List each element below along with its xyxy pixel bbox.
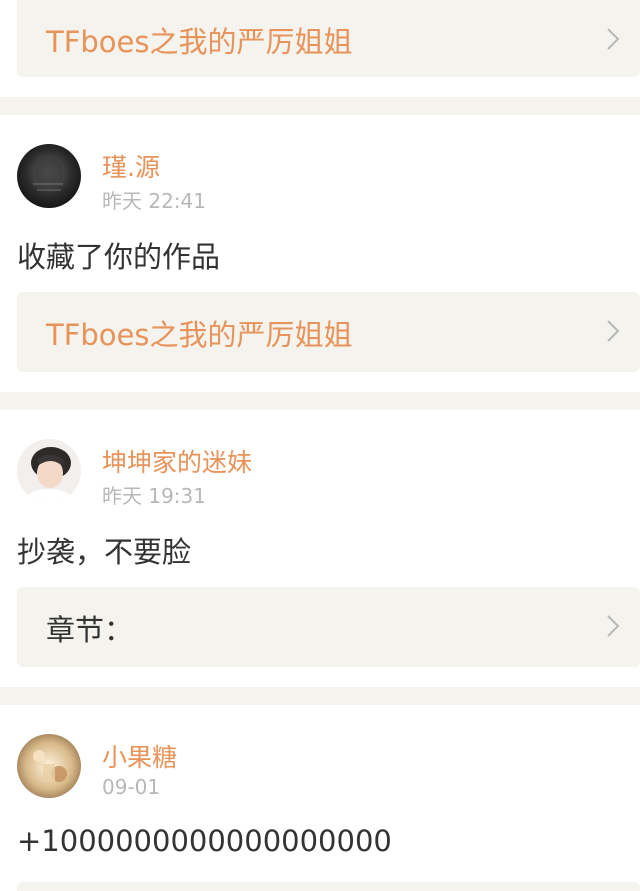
notification-message: 抄袭，不要脸 <box>17 535 192 569</box>
chapter-link[interactable]: 章节： <box>17 587 640 667</box>
notification-message: 收藏了你的作品 <box>17 240 221 274</box>
notification-card: 瑾.源 昨天 22:41 收藏了你的作品 TFboes之我的严厉姐姐 <box>0 115 640 392</box>
avatar[interactable] <box>17 144 81 208</box>
work-link[interactable]: TFboes之我的严厉姐姐 <box>17 0 640 77</box>
work-link-title: TFboes之我的严厉姐姐 <box>46 25 353 59</box>
chevron-right-icon <box>607 615 620 637</box>
notification-card: TFboes之我的严厉姐姐 <box>0 0 640 97</box>
chevron-right-icon <box>607 320 620 342</box>
username[interactable]: 小果糖 <box>102 738 177 774</box>
avatar[interactable] <box>17 439 81 503</box>
notification-card: 小果糖 09-01 +1000000000000000000 <box>0 705 640 891</box>
work-link[interactable] <box>17 882 640 891</box>
avatar[interactable] <box>17 734 81 798</box>
work-link[interactable]: TFboes之我的严厉姐姐 <box>17 292 640 372</box>
notification-message: +1000000000000000000 <box>17 824 392 858</box>
work-link-title: TFboes之我的严厉姐姐 <box>46 318 353 352</box>
timestamp: 09-01 <box>102 775 161 799</box>
username[interactable]: 坤坤家的迷妹 <box>102 443 252 479</box>
notification-card: 坤坤家的迷妹 昨天 19:31 抄袭，不要脸 章节： <box>0 410 640 687</box>
username[interactable]: 瑾.源 <box>102 148 160 184</box>
timestamp: 昨天 19:31 <box>102 484 206 508</box>
chevron-right-icon <box>607 28 620 50</box>
timestamp: 昨天 22:41 <box>102 189 206 213</box>
chapter-link-title: 章节： <box>46 613 134 647</box>
